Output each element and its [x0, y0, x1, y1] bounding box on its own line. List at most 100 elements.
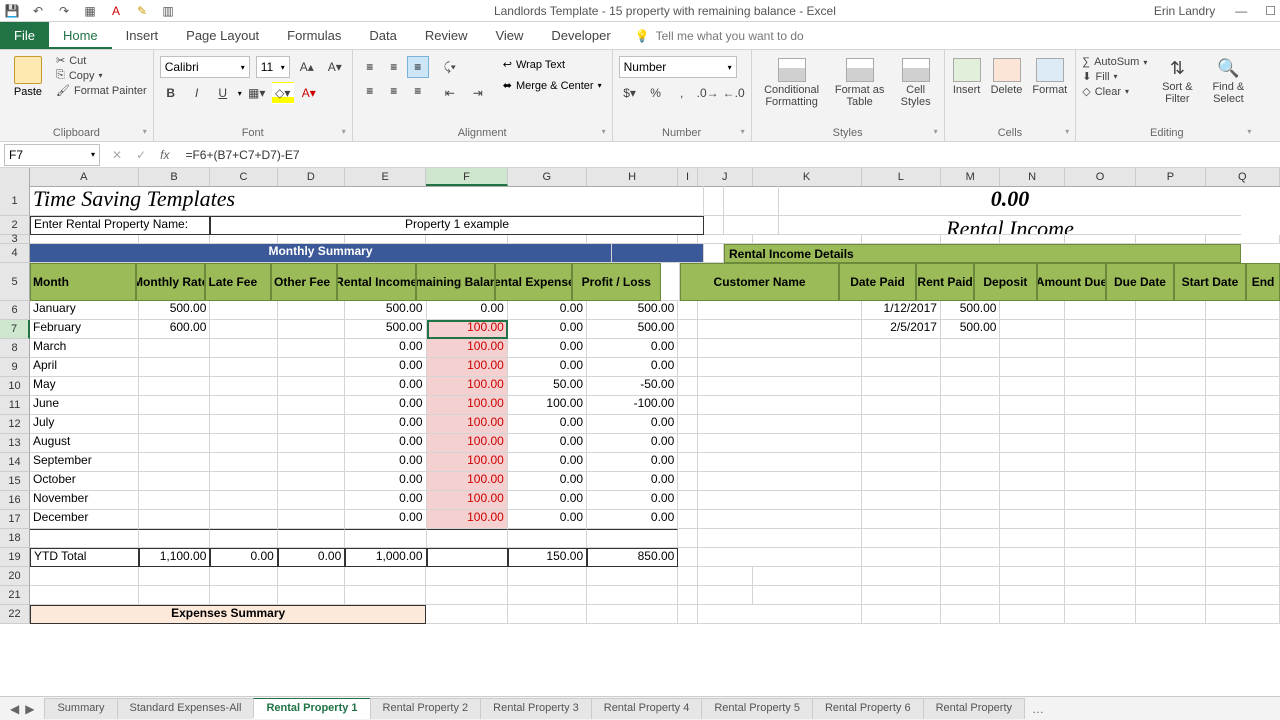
- border-button[interactable]: ▦▾: [246, 82, 268, 104]
- cell[interactable]: [678, 491, 698, 510]
- cell[interactable]: [278, 472, 345, 491]
- cell[interactable]: [210, 567, 277, 586]
- row-header[interactable]: 3: [0, 235, 30, 244]
- name-box[interactable]: F7▾: [4, 144, 100, 166]
- col-start-date[interactable]: Start Date: [1174, 263, 1246, 301]
- spreadsheet-grid[interactable]: A B C D E F G H I J K L M N O P Q 1 2 3 …: [0, 168, 1280, 668]
- cell[interactable]: [1206, 377, 1280, 396]
- cell[interactable]: June: [30, 396, 139, 415]
- cell[interactable]: [278, 586, 345, 605]
- cell[interactable]: [941, 434, 1001, 453]
- row-header[interactable]: 18: [0, 529, 30, 548]
- cell[interactable]: [862, 235, 941, 244]
- section-header[interactable]: Expenses Summary: [30, 605, 426, 624]
- cell[interactable]: [941, 453, 1001, 472]
- format-as-table-button[interactable]: Format as Table: [832, 56, 888, 110]
- cell[interactable]: 100.00: [427, 453, 508, 472]
- cell[interactable]: 0.00: [345, 510, 426, 529]
- sheet-tab[interactable]: Summary: [44, 698, 117, 719]
- cell[interactable]: September: [30, 453, 139, 472]
- cell[interactable]: [210, 453, 277, 472]
- col-expenses[interactable]: Rental Expenses: [495, 263, 572, 301]
- col-income[interactable]: Rental Income: [337, 263, 416, 301]
- sheet-tab[interactable]: Rental Property 6: [812, 698, 924, 719]
- tab-view[interactable]: View: [481, 22, 537, 49]
- qat-icon[interactable]: ▦: [82, 3, 98, 19]
- cell[interactable]: January: [30, 301, 139, 320]
- redo-icon[interactable]: ↷: [56, 3, 72, 19]
- cell[interactable]: 0.00: [587, 472, 678, 491]
- cell[interactable]: [1206, 301, 1280, 320]
- row-header[interactable]: 14: [0, 453, 30, 472]
- italic-button[interactable]: I: [186, 82, 208, 104]
- cell[interactable]: [1136, 605, 1205, 624]
- cell[interactable]: [1206, 235, 1280, 244]
- cell[interactable]: [862, 472, 941, 491]
- col-header[interactable]: E: [345, 168, 426, 186]
- cell[interactable]: [1065, 529, 1136, 548]
- row-header[interactable]: 21: [0, 586, 30, 605]
- formula-input[interactable]: =F6+(B7+C7+D7)-E7: [179, 148, 1280, 162]
- col-pl[interactable]: Profit / Loss: [572, 263, 661, 301]
- cell[interactable]: [210, 510, 277, 529]
- cell[interactable]: [724, 186, 779, 216]
- cell[interactable]: [1000, 529, 1064, 548]
- cell[interactable]: [698, 396, 861, 415]
- col-header[interactable]: J: [698, 168, 753, 186]
- cell[interactable]: [30, 529, 139, 548]
- cell[interactable]: [1206, 320, 1280, 339]
- cell[interactable]: [698, 434, 861, 453]
- cell[interactable]: [426, 235, 507, 244]
- cell[interactable]: [862, 358, 941, 377]
- cell[interactable]: [678, 339, 698, 358]
- cell[interactable]: 0.00: [345, 434, 426, 453]
- cell[interactable]: [1136, 453, 1205, 472]
- sheet-nav-right-icon[interactable]: ▶: [25, 702, 34, 716]
- cell[interactable]: [862, 605, 941, 624]
- cell[interactable]: 0.00: [345, 415, 426, 434]
- currency-icon[interactable]: $▾: [619, 82, 641, 104]
- cell[interactable]: [941, 567, 1000, 586]
- cell[interactable]: [278, 453, 345, 472]
- font-name-select[interactable]: Calibri▾: [160, 56, 250, 78]
- col-customer[interactable]: Customer Name: [680, 263, 839, 301]
- cell[interactable]: [862, 567, 941, 586]
- row-header[interactable]: 7: [0, 320, 30, 339]
- row-header[interactable]: 16: [0, 491, 30, 510]
- cell[interactable]: 50.00: [508, 377, 587, 396]
- cell[interactable]: [1065, 491, 1136, 510]
- cell[interactable]: 100.00: [427, 320, 508, 339]
- col-end[interactable]: End: [1246, 263, 1280, 301]
- select-all-corner[interactable]: [0, 168, 30, 186]
- cell[interactable]: May: [30, 377, 139, 396]
- cell[interactable]: [139, 453, 210, 472]
- cell[interactable]: [698, 339, 861, 358]
- cell[interactable]: [1136, 472, 1205, 491]
- cell[interactable]: [1206, 510, 1280, 529]
- cell[interactable]: [1206, 605, 1280, 624]
- cell[interactable]: [1065, 358, 1136, 377]
- cell[interactable]: [30, 235, 139, 244]
- paste-button[interactable]: Paste: [6, 52, 50, 98]
- cell[interactable]: [139, 472, 210, 491]
- col-header[interactable]: N: [1000, 168, 1064, 186]
- cell[interactable]: [587, 586, 678, 605]
- cell[interactable]: [1000, 415, 1064, 434]
- cell[interactable]: April: [30, 358, 139, 377]
- cell[interactable]: [210, 301, 277, 320]
- cell[interactable]: 500.00: [941, 301, 1001, 320]
- cell[interactable]: [1206, 396, 1280, 415]
- col-header[interactable]: C: [210, 168, 277, 186]
- cell[interactable]: [1065, 377, 1136, 396]
- cell[interactable]: [1136, 396, 1205, 415]
- cell[interactable]: 100.00: [427, 415, 508, 434]
- col-due-date[interactable]: Due Date: [1106, 263, 1174, 301]
- cell[interactable]: [678, 548, 698, 567]
- cell[interactable]: [1206, 415, 1280, 434]
- cell[interactable]: 100.00: [427, 358, 508, 377]
- col-deposit[interactable]: Deposit: [974, 263, 1037, 301]
- cell[interactable]: [426, 586, 507, 605]
- cell[interactable]: [678, 358, 698, 377]
- cut-button[interactable]: ✂Cut: [56, 54, 147, 67]
- qat-icon[interactable]: ▥: [160, 3, 176, 19]
